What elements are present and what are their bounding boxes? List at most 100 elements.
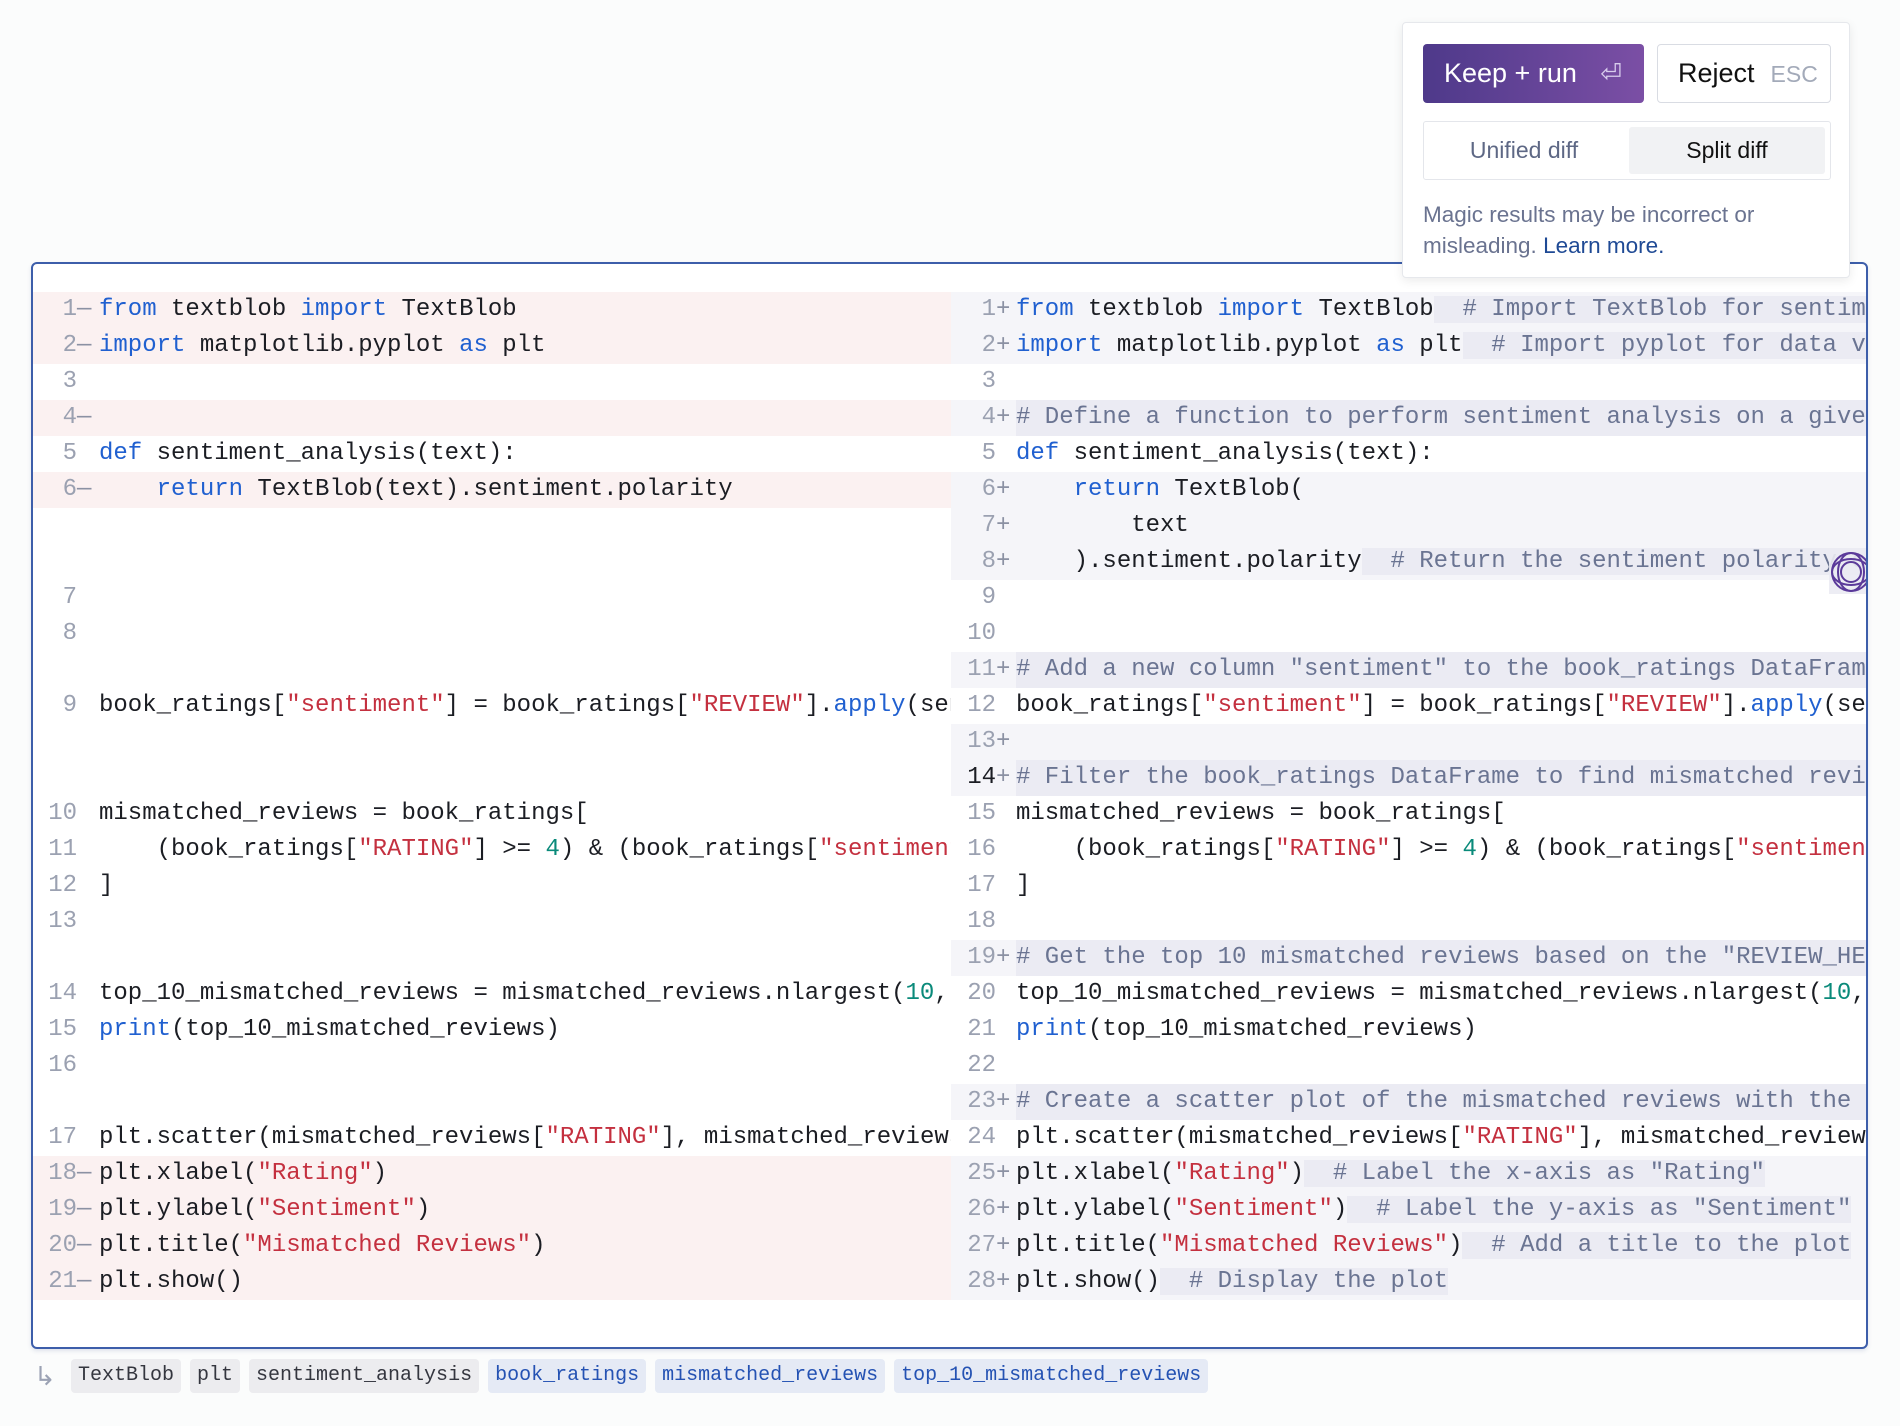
modified-line[interactable]: 3 [951,364,1866,400]
original-line[interactable]: 7 [33,580,951,616]
modified-line[interactable]: 16 (book_ratings["RATING"] >= 4) & (book… [951,832,1866,868]
variable-chip[interactable]: plt [190,1359,241,1393]
variable-chip[interactable]: book_ratings [488,1359,647,1393]
modified-line[interactable]: 14 + # Filter the book_ratings DataFrame t… [951,760,1866,796]
code-token: 10 [905,980,935,1007]
code-comment: # Label the x-axis as "Rating" [1304,1160,1765,1187]
original-line[interactable] [33,760,951,796]
modified-line[interactable]: 5 def sentiment_analysis(text): [951,436,1866,472]
unified-diff-tab[interactable]: Unified diff [1424,127,1624,174]
magic-ai-icon[interactable] [1829,550,1866,594]
code-token: book_ratings[ [1016,692,1204,719]
added-marker: + [996,656,1011,683]
code-token: ], mismatched_reviews [660,1124,951,1151]
original-line[interactable]: 16 [33,1048,951,1084]
diff-row: 15 print(top_10_mismatched_reviews) 21 prin… [33,1012,1866,1048]
split-diff-editor[interactable]: 1— from textblob import TextBlob 1 + from te… [31,262,1868,1349]
original-line[interactable]: 15 print(top_10_mismatched_reviews) [33,1012,951,1048]
line-number: 14 [967,764,996,791]
modified-line[interactable]: 9 [951,580,1866,616]
original-line[interactable]: 3 [33,364,951,400]
code-token: textblob [156,296,301,323]
original-line[interactable]: 19— plt.ylabel("Sentiment") [33,1192,951,1228]
original-line[interactable]: 11 (book_ratings["RATING"] >= 4) & (book… [33,832,951,868]
deleted-marker: — [77,296,92,323]
original-line[interactable]: 18— plt.xlabel("Rating") [33,1156,951,1192]
original-line[interactable]: 17 plt.scatter(mismatched_reviews["RATING… [33,1120,951,1156]
variable-chip[interactable]: top_10_mismatched_reviews [894,1359,1209,1393]
modified-line[interactable]: 21 print(top_10_mismatched_reviews) [951,1012,1866,1048]
modified-line[interactable]: 26 + plt.ylabel("Sentiment") # Label the y… [951,1192,1866,1228]
modified-line[interactable]: 22 [951,1048,1866,1084]
original-line[interactable] [33,940,951,976]
original-line[interactable]: 5 def sentiment_analysis(text): [33,436,951,472]
line-number: 4 [62,404,77,431]
reject-button[interactable]: Reject ESC [1657,44,1831,103]
code-token: ) [1448,1232,1463,1259]
code-token: def [1016,440,1060,467]
modified-line[interactable]: 10 [951,616,1866,652]
added-marker: + [996,1160,1011,1187]
modified-line[interactable]: 20 top_10_mismatched_reviews = mismatched… [951,976,1866,1012]
code-token: (sentiment_analysis) [1822,692,1866,719]
original-line[interactable]: 14 top_10_mismatched_reviews = mismatched… [33,976,951,1012]
diff-view-toggle: Unified diff Split diff [1423,121,1831,180]
modified-line[interactable]: 4 + # Define a function to perform sentime… [951,400,1866,436]
original-line[interactable] [33,724,951,760]
original-line[interactable]: 12] [33,868,951,904]
code-token: as [1376,332,1405,359]
modified-line[interactable]: 15 mismatched_reviews = book_ratings[ [951,796,1866,832]
line-number: 18 [48,1160,77,1187]
modified-line[interactable]: 1 + from textblob import TextBlob # Import… [951,292,1866,328]
deleted-marker: — [77,1196,92,1223]
modified-line[interactable]: 25 + plt.xlabel("Rating") # Label the x-ax… [951,1156,1866,1192]
original-line[interactable]: 10 mismatched_reviews = book_ratings[ [33,796,951,832]
modified-line[interactable]: 13 + [951,724,1866,760]
modified-line[interactable]: 2 + import matplotlib.pyplot as plt # Impo… [951,328,1866,364]
original-line[interactable] [33,508,951,544]
original-line[interactable]: 2— import matplotlib.pyplot as plt [33,328,951,364]
code-token: "Sentiment" [257,1196,416,1223]
original-line[interactable] [33,544,951,580]
original-line[interactable] [33,652,951,688]
modified-line[interactable]: 6 + return TextBlob( [951,472,1866,508]
modified-line[interactable]: 12 book_ratings["sentiment"] = book_ratin… [951,688,1866,724]
code-token: "RATING" [358,836,474,863]
diff-row: 19 + # Get the top 10 mismatched reviews b… [33,940,1866,976]
code-token: "sentiment" [819,836,951,863]
diff-row: 17 plt.scatter(mismatched_reviews["RATING… [33,1120,1866,1156]
code-token: "sentiment" [286,692,445,719]
modified-line[interactable]: 17] [951,868,1866,904]
modified-line[interactable]: 28 + plt.show() # Display the plot [951,1264,1866,1300]
modified-line[interactable]: 24 plt.scatter(mismatched_reviews["RATING… [951,1120,1866,1156]
variable-chip[interactable]: mismatched_reviews [655,1359,886,1393]
original-line[interactable]: 20— plt.title("Mismatched Reviews") [33,1228,951,1264]
modified-line[interactable]: 8 + ).sentiment.polarity # Return the sen… [951,544,1866,580]
original-line[interactable]: 8 [33,616,951,652]
split-diff-tab[interactable]: Split diff [1629,127,1825,174]
variable-chip[interactable]: TextBlob [71,1359,182,1393]
modified-line[interactable]: 18 [951,904,1866,940]
learn-more-link[interactable]: Learn more. [1543,233,1664,258]
line-number: 21 [967,1016,996,1043]
diff-row: 23 + # Create a scatter plot of the mismat… [33,1084,1866,1120]
modified-line[interactable]: 19 + # Get the top 10 mismatched reviews b… [951,940,1866,976]
original-line[interactable]: 4— [33,400,951,436]
original-line[interactable]: 1— from textblob import TextBlob [33,292,951,328]
code-token: ) & (book_ratings[ [559,836,820,863]
line-number: 17 [967,872,996,899]
original-line[interactable]: 13 [33,904,951,940]
modified-line[interactable]: 27 + plt.title("Mismatched Reviews") # Add… [951,1228,1866,1264]
original-line[interactable]: 21— plt.show() [33,1264,951,1300]
modified-line[interactable]: 23 + # Create a scatter plot of the mismat… [951,1084,1866,1120]
variable-chip[interactable]: sentiment_analysis [249,1359,480,1393]
original-line[interactable] [33,1084,951,1120]
modified-line[interactable]: 11 + # Add a new column "sentiment" to the… [951,652,1866,688]
added-marker: + [996,512,1011,539]
diff-row: 79 [33,580,1866,616]
modified-line[interactable]: 7 + text [951,508,1866,544]
code-token: sentiment_analysis(text): [1059,440,1434,467]
keep-run-button[interactable]: Keep + run ⏎ [1423,44,1644,103]
original-line[interactable]: 6— return TextBlob(text).sentiment.polar… [33,472,951,508]
original-line[interactable]: 9 book_ratings["sentiment"] = book_rating… [33,688,951,724]
